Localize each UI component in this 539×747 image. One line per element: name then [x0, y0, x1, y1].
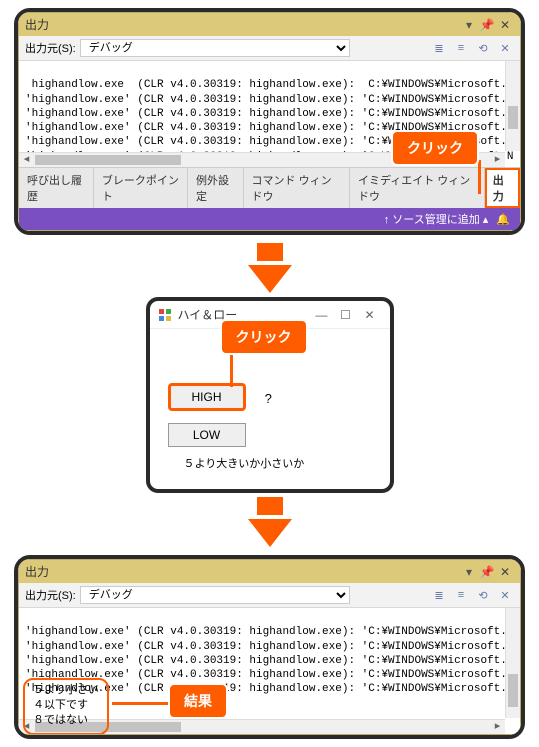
statusbar: ↑ ソース管理に追加 ▴ 🔔: [19, 208, 520, 230]
callout-result: 結果: [168, 683, 228, 719]
dropdown-icon[interactable]: ▾: [466, 18, 472, 32]
tab-breakpoints[interactable]: ブレークポイント: [94, 168, 188, 208]
toolbar-icon-3[interactable]: ⟲: [474, 587, 492, 603]
callout-connector-high: [230, 351, 233, 387]
question-mark: ?: [265, 391, 272, 406]
output-title: 出力: [25, 16, 466, 33]
toolbar-icon-4[interactable]: ✕: [496, 40, 514, 56]
high-button[interactable]: HIGH: [168, 383, 246, 411]
toolbar-icon-4[interactable]: ✕: [496, 587, 514, 603]
callout-connector: [478, 160, 481, 194]
output-source-label: 出力元(S):: [25, 587, 76, 603]
low-button[interactable]: LOW: [168, 423, 246, 447]
pin-icon[interactable]: 📌: [478, 18, 496, 32]
output-panel-bottom: 出力 ▾ 📌 ✕ 出力元(S): デバッグ ≣ ≡ ⟲ ✕ 'highandlo…: [14, 555, 525, 739]
notifications-icon[interactable]: 🔔: [496, 213, 510, 226]
close-icon[interactable]: ✕: [496, 565, 514, 579]
dropdown-icon[interactable]: ▾: [466, 565, 472, 579]
panel-tabs: 呼び出し履歴 ブレークポイント 例外設定 コマンド ウィンドウ イミディエイト …: [19, 167, 520, 208]
close-icon[interactable]: ✕: [358, 308, 382, 322]
tab-command[interactable]: コマンド ウィンドウ: [244, 168, 350, 208]
maximize-icon[interactable]: ☐: [334, 308, 358, 322]
output-source-label: 出力元(S):: [25, 40, 76, 56]
output-console: 'highandlow.exe' (CLR v4.0.30319: highan…: [19, 608, 520, 734]
toolbar-icon-1[interactable]: ≣: [430, 587, 448, 603]
toolbar-icon-3[interactable]: ⟲: [474, 40, 492, 56]
scroll-left-icon[interactable]: ◂: [19, 153, 34, 167]
scroll-right-icon[interactable]: ▸: [490, 153, 505, 167]
arrow-down-2: [0, 497, 539, 547]
toolbar-icon-2[interactable]: ≡: [452, 40, 470, 56]
callout-click-high: クリック: [220, 319, 308, 355]
toolbar-icon-2[interactable]: ≡: [452, 587, 470, 603]
tab-exceptions[interactable]: 例外設定: [188, 168, 244, 208]
pin-icon[interactable]: 📌: [478, 565, 496, 579]
tab-callstack[interactable]: 呼び出し履歴: [19, 168, 94, 208]
source-control-add[interactable]: ↑ ソース管理に追加 ▴: [384, 211, 489, 227]
output-title: 出力: [25, 563, 466, 580]
output-panel-top: 出力 ▾ 📌 ✕ 出力元(S): デバッグ ≣ ≡ ⟲ ✕ highandlow…: [14, 8, 525, 235]
output-titlebar: 出力 ▾ 📌 ✕: [19, 13, 520, 36]
tab-output[interactable]: 出力: [485, 168, 520, 208]
output-source-select[interactable]: デバッグ: [80, 586, 350, 604]
toolbar-icon-1[interactable]: ≣: [430, 40, 448, 56]
close-icon[interactable]: ✕: [496, 18, 514, 32]
minimize-icon[interactable]: —: [310, 308, 334, 322]
vertical-scrollbar[interactable]: [505, 608, 520, 718]
tab-immediate[interactable]: イミディエイト ウィンドウ: [350, 168, 485, 208]
output-titlebar: 出力 ▾ 📌 ✕: [19, 560, 520, 583]
callout-click-tab: クリック: [391, 130, 479, 166]
highlow-dialog: ハイ＆ロー — ☐ ✕ クリック HIGH ? LOW ５より大きいか小さいか: [146, 297, 394, 493]
arrow-down-1: [0, 243, 539, 293]
vertical-scrollbar[interactable]: [505, 61, 520, 151]
result-highlight: ５より小さい ４以下です ８ではない: [23, 678, 109, 734]
output-source-select[interactable]: デバッグ: [80, 39, 350, 57]
caption-text: ５より大きいか小さいか: [184, 455, 305, 471]
output-toolbar: 出力元(S): デバッグ ≣ ≡ ⟲ ✕: [19, 583, 520, 608]
callout-connector-result: [112, 702, 168, 705]
app-icon: [158, 308, 172, 322]
output-toolbar: 出力元(S): デバッグ ≣ ≡ ⟲ ✕: [19, 36, 520, 61]
scroll-right-icon[interactable]: ▸: [490, 720, 505, 734]
